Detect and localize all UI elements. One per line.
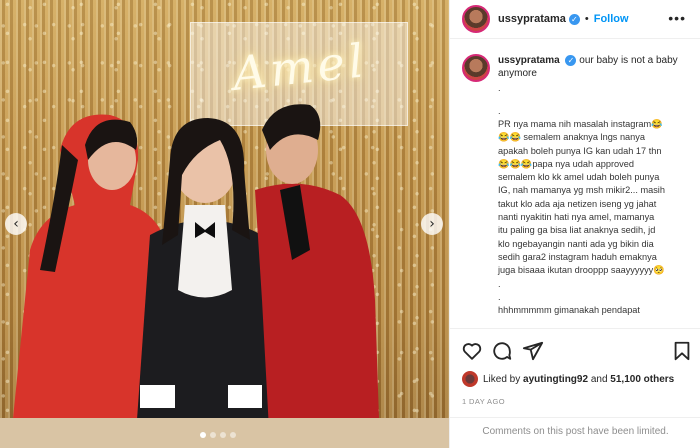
like-heart-icon[interactable]: [461, 340, 483, 362]
caption-line: klo ngebayangin nanti ada yg bikin dia: [498, 238, 654, 249]
likes-others-link[interactable]: 51,100 others: [610, 374, 674, 385]
carousel-indicator: [200, 432, 236, 438]
more-options-icon[interactable]: •••: [668, 10, 686, 26]
liker-avatar[interactable]: [462, 371, 478, 387]
carousel-prev-button[interactable]: ‹: [5, 213, 27, 235]
caption-line: hhhmmmmm gimanakah pendapat: [498, 304, 640, 315]
caption-scroll-area[interactable]: ussypratama ✓ our baby is not a baby any…: [450, 40, 700, 328]
caption-line: apakah boleh punya IG kan udah 17 thn: [498, 145, 662, 156]
post-photo[interactable]: Amel ‹ ›: [0, 0, 449, 448]
likes-joiner: and: [590, 373, 608, 385]
likes-prefix: Liked by: [483, 373, 521, 385]
carousel-next-button[interactable]: ›: [421, 213, 443, 235]
caption-line: 😂😂 semalem anaknya lngs nanya: [498, 132, 645, 143]
save-bookmark-icon[interactable]: [671, 340, 693, 362]
caption-line: .: [498, 106, 501, 116]
caption-username[interactable]: ussypratama: [498, 55, 560, 66]
post-side-panel: ussypratama ✓ • Follow ••• ussypratama ✓…: [449, 0, 700, 448]
carousel-dot: [210, 432, 216, 438]
photo-subjects: [10, 104, 380, 448]
caption-line: IG, nah mamanya yg msh mikir2... masih: [498, 185, 665, 196]
caption-line: PR nya mama nih masalah instagram😂: [498, 119, 663, 129]
action-bar: [450, 328, 700, 362]
verified-badge-icon: ✓: [568, 13, 580, 25]
liker-username[interactable]: ayutingting92: [523, 374, 588, 385]
comment-bubble-icon[interactable]: [491, 340, 513, 362]
caption-line: juga bisaaa ikutan drooppp saayyyyyy🥺: [498, 265, 665, 276]
carousel-dot: [200, 432, 206, 438]
avatar[interactable]: [462, 5, 490, 33]
caption-line: sedih gara2 instagram haduh emaknya: [498, 251, 657, 262]
caption-line: .: [498, 83, 501, 93]
caption-line: itu paling ga bisa liat anaknya sedih, j…: [498, 225, 656, 236]
post-timestamp[interactable]: 1 DAY AGO: [462, 397, 505, 406]
carousel-dot: [230, 432, 236, 438]
caption-avatar[interactable]: [462, 54, 490, 82]
caption-line: nanti nyakitin hati nya amel, mamanya: [498, 212, 655, 223]
caption-body: . . PR nya mama nih masalah instagram😂 😂…: [498, 82, 689, 317]
share-paper-plane-icon[interactable]: [522, 340, 544, 362]
author-username[interactable]: ussypratama: [498, 13, 566, 25]
caption-line: .: [498, 278, 501, 289]
caption-line: .: [498, 291, 501, 302]
caption-first-line: ussypratama ✓ our baby is not a baby any…: [498, 54, 686, 82]
caption-header: ussypratama ✓ our baby is not a baby any…: [462, 54, 689, 82]
likes-summary: Liked by ayutingting92 and 51,100 others: [462, 371, 674, 387]
verified-badge-icon: ✓: [565, 55, 577, 66]
post-header: ussypratama ✓ • Follow •••: [450, 0, 700, 39]
carousel-dot: [220, 432, 226, 438]
separator-dot: •: [584, 13, 589, 25]
caption-line: 😂😂😂papa nya udah approved: [498, 158, 634, 169]
comments-limited-notice: Comments on this post have been limited.: [450, 417, 700, 448]
caption-line: takut klo ada aja netizen iseng yg jahat: [498, 198, 657, 209]
follow-button[interactable]: Follow: [594, 13, 629, 25]
caption-line: semalem klo kk amel udah boleh punya: [498, 172, 660, 183]
